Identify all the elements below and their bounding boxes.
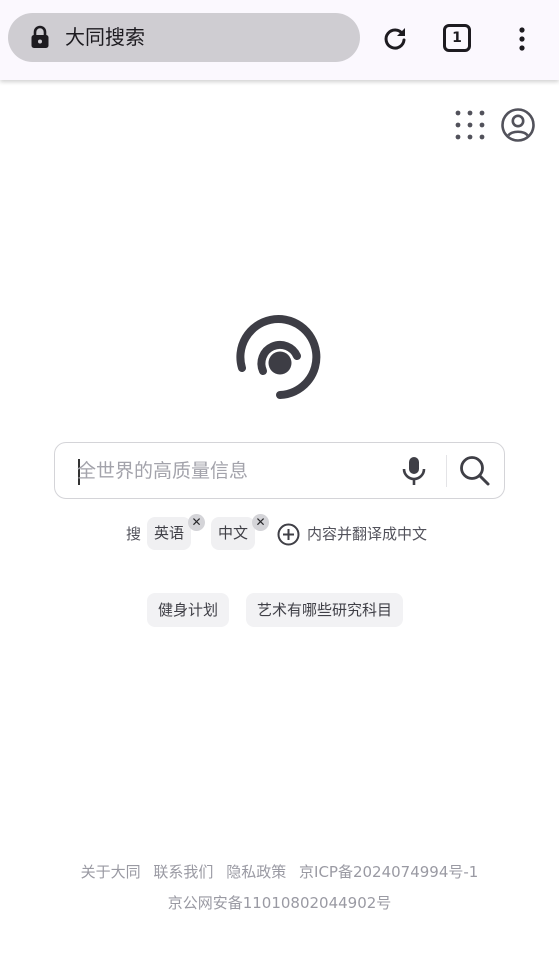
language-chip-english[interactable]: 英语 (147, 517, 192, 550)
microphone-icon[interactable] (400, 456, 428, 486)
datong-logo-icon (236, 315, 321, 399)
reload-icon[interactable] (380, 24, 410, 54)
remove-english-icon[interactable]: ✕ (188, 514, 205, 531)
footer-link-icp[interactable]: 京ICP备2024074994号-1 (299, 863, 478, 881)
search-box (54, 442, 505, 499)
footer-security-record[interactable]: 京公网安备11010802044902号 (0, 892, 559, 913)
language-chip-chinese[interactable]: 中文 (211, 517, 256, 550)
footer-link-about[interactable]: 关于大同 (81, 863, 141, 881)
language-chip-label: 中文 (218, 524, 249, 542)
language-chip-label: 英语 (154, 524, 185, 542)
address-bar-text: 大同搜索 (65, 25, 145, 49)
search-icon[interactable] (458, 455, 492, 487)
footer-links: 关于大同 联系我们 隐私政策 京ICP备2024074994号-1 (0, 861, 559, 882)
address-bar[interactable]: 大同搜索 (8, 13, 360, 62)
footer-link-contact[interactable]: 联系我们 (153, 863, 213, 881)
footer-link-privacy[interactable]: 隐私政策 (226, 863, 286, 881)
more-options-icon[interactable] (510, 25, 534, 53)
tab-switcher-button[interactable]: 1 (443, 24, 471, 52)
search-divider (446, 455, 447, 487)
lock-icon (31, 25, 49, 48)
suggestion-label: 艺术有哪些研究科目 (257, 601, 393, 619)
add-language-icon[interactable] (277, 523, 300, 546)
account-icon[interactable] (500, 107, 536, 143)
search-input[interactable] (77, 443, 377, 498)
suggestion-chip[interactable]: 健身计划 (147, 593, 230, 627)
translation-language-row: 搜 英语 ✕ 中文 ✕ 内容并翻译成中文 (0, 514, 559, 552)
language-suffix: 内容并翻译成中文 (307, 525, 428, 543)
suggestion-label: 健身计划 (158, 601, 219, 619)
suggestion-chip[interactable]: 艺术有哪些研究科目 (246, 593, 404, 627)
language-prefix: 搜 (126, 525, 142, 543)
browser-toolbar: 大同搜索 1 (0, 0, 559, 80)
remove-chinese-icon[interactable]: ✕ (252, 514, 269, 531)
tab-count: 1 (452, 30, 462, 46)
apps-grid-icon[interactable] (454, 109, 486, 141)
